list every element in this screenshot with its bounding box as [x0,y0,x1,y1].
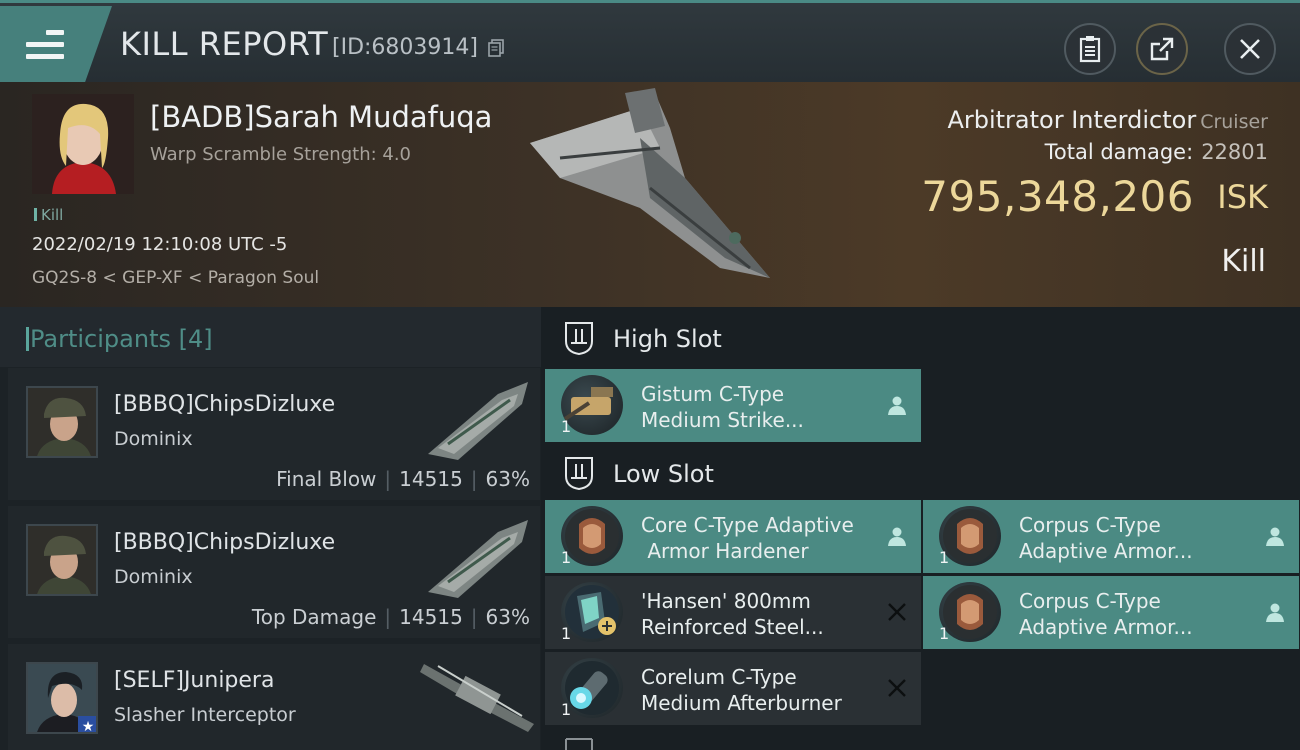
victim-ship-name[interactable]: Arbitrator Interdictor Cruiser [947,106,1268,134]
dropped-person-icon [1266,603,1284,622]
participant-name: [BBBQ]ChipsDizluxe [114,392,336,417]
participant-name: [SELF]Junipera [114,668,275,693]
victim-name[interactable]: [BADB]Sarah Mudafuqa [150,100,492,134]
share-button[interactable] [1136,23,1188,75]
stat-divider: | [384,605,392,629]
participant-ship: Dominix [114,428,193,450]
total-damage-value: 22801 [1201,140,1268,164]
module-name: Core C-Type Adaptive Armor Hardener [641,513,854,563]
participant-stats: Top Damage | 14515 | 63% [252,605,530,629]
module-quantity: 1 [561,700,572,719]
avatar [26,524,98,596]
avatar: ★ [26,662,98,734]
participants-panel: Participants [4] [BBBQ]ChipsDizluxe Domi… [0,307,541,750]
menu-button[interactable] [0,6,112,82]
participant-row[interactable]: [BBBQ]ChipsDizluxe Dominix Top Damage | 14… [8,506,540,638]
clipboard-icon [1079,36,1101,63]
participant-ship-image [428,382,528,460]
module-quantity: 1 [561,417,572,436]
victim-portrait[interactable] [32,94,134,194]
warp-scramble-strength: Warp Scramble Strength: 4.0 [150,144,412,165]
kill-datetime: 2022/02/19 12:10:08 UTC -5 [32,234,288,255]
fitting-panel: High Slot 1 Gistum C-Type Medium Strike.… [541,307,1300,750]
victim-banner: [BADB]Sarah Mudafuqa Warp Scramble Stren… [0,82,1300,307]
high-slot-header: High Slot [541,307,921,369]
module-quantity: 1 [939,624,950,643]
participant-percent: 63% [485,605,530,629]
participant-role: Top Damage [251,605,377,629]
stat-divider: | [470,605,478,629]
module-quantity: 1 [939,548,950,567]
participant-row[interactable]: ★ [SELF]Junipera Slasher Interceptor [8,644,540,750]
victim-ship-image[interactable] [520,88,790,298]
module-quantity: 1 [561,548,572,567]
close-button[interactable] [1224,23,1276,75]
destroyed-x-icon [888,679,906,697]
kill-result-label: Kill [1221,244,1266,279]
high-slot-icon [565,322,593,355]
mid-slot-header [541,737,921,750]
participant-row[interactable]: [BBBQ]ChipsDizluxe Dominix Final Blow | 14… [8,368,540,500]
participants-header: Participants [4] [0,307,541,367]
dropped-person-icon [1266,527,1284,546]
module-quantity: 1 [561,624,572,643]
module-name: Corelum C-Type Medium Afterburner [641,665,842,715]
avatar [26,386,98,458]
participant-ship: Dominix [114,566,193,588]
hamburger-icon [26,30,64,60]
module-item[interactable]: 1 Corpus C-Type Adaptive Armor... [923,576,1299,649]
participants-title: Participants [4] [26,325,213,353]
stat-divider: | [470,467,478,491]
module-item[interactable]: 1 Corpus C-Type Adaptive Armor... [923,500,1299,573]
high-slot-title: High Slot [613,325,722,353]
dropped-person-icon [888,396,906,415]
svg-text:★: ★ [82,719,95,734]
isk-unit: ISK [1217,178,1268,216]
module-item[interactable]: 1 'Hansen' 800mm Reinforced Steel... [545,576,921,649]
close-icon [1240,39,1260,59]
kill-tag: Kill [34,206,63,224]
total-damage: Total damage: 22801 [1045,140,1268,164]
kill-location[interactable]: GQ2S-8 < GEP-XF < Paragon Soul [32,268,319,288]
participant-stats: Final Blow | 14515 | 63% [276,467,530,491]
module-name: 'Hansen' 800mm Reinforced Steel... [641,589,824,639]
destroyed-x-icon [888,603,906,621]
participant-ship-image [428,520,528,598]
module-name: Corpus C-Type Adaptive Armor... [1019,589,1193,639]
top-bar: KILL REPORT [ID:6803914] [0,0,1300,82]
ship-name-text: Arbitrator Interdictor [947,106,1197,134]
isk-value: 795,348,206 [921,172,1194,221]
module-name: Gistum C-Type Medium Strike... [641,382,804,432]
module-item[interactable]: 1 Gistum C-Type Medium Strike... [545,369,921,442]
participant-damage: 14515 [399,605,463,629]
participant-damage: 14515 [399,467,463,491]
participant-role: Final Blow [276,467,377,491]
participant-percent: 63% [485,467,530,491]
stat-divider: | [384,467,392,491]
kill-id: [ID:6803914] [332,35,478,60]
low-slot-title: Low Slot [613,460,714,488]
participant-ship: Slasher Interceptor [114,704,296,726]
module-item[interactable]: 1 Corelum C-Type Medium Afterburner [545,652,921,725]
participant-ship-image [420,664,534,732]
low-slot-icon [565,457,593,490]
module-name: Corpus C-Type Adaptive Armor... [1019,513,1193,563]
copy-icon[interactable] [488,39,504,57]
dropped-person-icon [888,527,906,546]
total-damage-label: Total damage: [1044,140,1194,164]
page-title: KILL REPORT [120,25,329,63]
low-slot-header: Low Slot [541,442,921,504]
ship-class: Cruiser [1200,111,1268,133]
clipboard-button[interactable] [1064,23,1116,75]
module-item[interactable]: 1 Core C-Type Adaptive Armor Hardener [545,500,921,573]
mid-slot-icon [565,738,593,750]
participant-name: [BBBQ]ChipsDizluxe [114,530,336,555]
share-icon [1150,37,1174,61]
